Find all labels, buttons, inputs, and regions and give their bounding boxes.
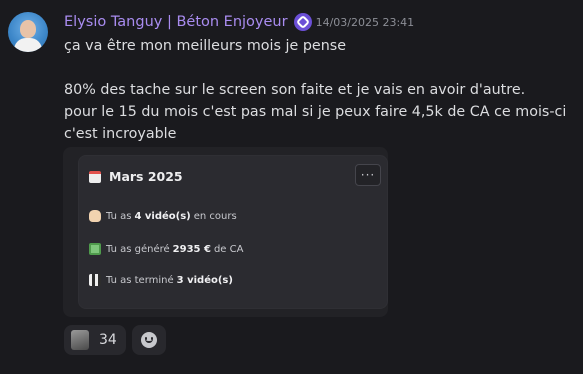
message-line: ça va être mon meilleurs mois je pense [64, 38, 347, 54]
message-header: Elysio Tanguy | Béton Enjoyeur 14/03/202… [64, 11, 414, 33]
message: Elysio Tanguy | Béton Enjoyeur 14/03/202… [0, 0, 583, 374]
server-tag-icon[interactable] [293, 13, 312, 31]
card-title-text: Mars 2025 [109, 169, 183, 184]
stat-row: Tu as 4 vidéo(s) en cours [89, 210, 237, 222]
reaction-button[interactable]: 34 [64, 325, 126, 355]
stat-suffix: de CA [213, 243, 244, 255]
stat-row: Tu as terminé 3 vidéo(s) [89, 274, 236, 286]
avatar-head [20, 20, 36, 38]
stat-value: 3 vidéo(s) [176, 274, 233, 286]
stat-prefix: Tu as généré [106, 243, 170, 255]
stat-value: 4 vidéo(s) [134, 210, 191, 222]
clapper-icon [89, 274, 101, 286]
stat-prefix: Tu as terminé [106, 274, 174, 286]
stats-card: Mars 2025 ··· Tu as 4 vidéo(s) en cours … [78, 155, 388, 309]
card-menu-button[interactable]: ··· [355, 164, 381, 186]
smile-icon [141, 332, 157, 348]
message-line: 80% des tache sur le screen son faite et… [64, 82, 526, 98]
raised-hand-icon [89, 210, 101, 222]
stat-row: Tu as généré 2935 € de CA [89, 243, 243, 255]
message-line: pour le 15 du mois c'est pas mal si je p… [64, 104, 567, 142]
card-title: Mars 2025 [89, 169, 183, 184]
embed: Mars 2025 ··· Tu as 4 vidéo(s) en cours … [63, 147, 388, 317]
calendar-icon [89, 170, 101, 183]
avatar-body [14, 38, 42, 52]
stat-suffix: en cours [193, 210, 237, 222]
timestamp: 14/03/2025 23:41 [315, 15, 415, 29]
avatar[interactable] [8, 12, 48, 52]
reaction-count: 34 [99, 332, 117, 348]
message-content: ça va être mon meilleurs mois je pense 8… [64, 35, 574, 145]
stat-value: 2935 € [172, 243, 211, 255]
custom-emoji-image [71, 330, 89, 350]
username[interactable]: Elysio Tanguy | Béton Enjoyeur [64, 14, 288, 30]
stat-prefix: Tu as [106, 210, 132, 222]
add-reaction-button[interactable] [132, 325, 166, 355]
money-icon [89, 243, 101, 255]
